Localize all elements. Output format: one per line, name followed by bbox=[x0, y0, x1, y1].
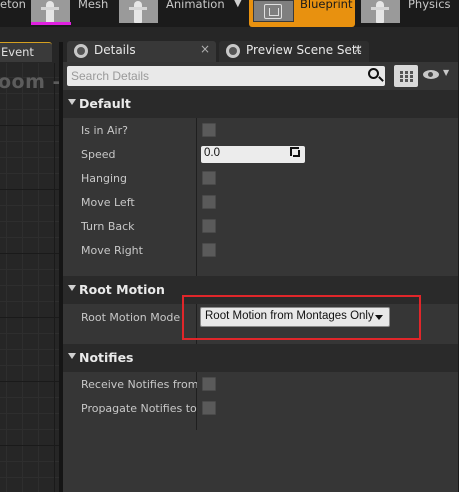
mode-blueprint-button[interactable]: Blueprint bbox=[249, 0, 355, 27]
move-right-checkbox[interactable] bbox=[202, 243, 216, 257]
event-graph-canvas[interactable]: oom -7 bbox=[0, 63, 74, 492]
info-icon bbox=[226, 44, 240, 58]
tab-details[interactable]: Details × bbox=[67, 41, 216, 62]
animation-thumbnail-icon bbox=[119, 0, 158, 23]
section-notifies-header[interactable]: Notifies bbox=[63, 344, 459, 372]
view-options-grid-icon[interactable] bbox=[394, 65, 418, 87]
mode-animation-label: Animation bbox=[166, 0, 225, 11]
tab-preview-scene-label: Preview Scene Sett bbox=[246, 43, 362, 57]
mesh-thumbnail-icon bbox=[31, 0, 70, 23]
property-label-turn-back: Turn Back bbox=[81, 220, 135, 233]
turn-back-checkbox[interactable] bbox=[202, 219, 216, 233]
physics-thumbnail-icon bbox=[361, 0, 400, 23]
section-default-header[interactable]: Default bbox=[63, 90, 459, 118]
eye-dropdown-chevron-icon[interactable]: ▼ bbox=[443, 68, 449, 77]
mode-physics-button[interactable]: Physics bbox=[361, 0, 459, 27]
tab-details-label: Details bbox=[94, 43, 136, 57]
search-box[interactable] bbox=[67, 66, 385, 86]
mode-mesh-button[interactable]: Mesh bbox=[31, 0, 111, 27]
section-default-title: Default bbox=[79, 96, 131, 111]
move-left-checkbox[interactable] bbox=[202, 195, 216, 209]
receive-notifies-checkbox[interactable] bbox=[202, 377, 216, 391]
property-label-hanging: Hanging bbox=[81, 172, 127, 185]
property-label-root-motion-mode: Root Motion Mode bbox=[81, 311, 181, 324]
mode-skeleton-button[interactable]: eton bbox=[0, 0, 28, 27]
blueprint-thumbnail-icon bbox=[253, 0, 294, 22]
search-icon[interactable] bbox=[368, 68, 379, 79]
speed-value: 0.0 bbox=[204, 147, 220, 159]
info-icon bbox=[74, 44, 88, 58]
mode-mesh-label: Mesh bbox=[78, 0, 109, 11]
close-icon[interactable]: × bbox=[200, 42, 210, 56]
speed-number-field[interactable]: 0.0 bbox=[201, 146, 305, 163]
hanging-checkbox[interactable] bbox=[202, 171, 216, 185]
mode-skeleton-label: eton bbox=[0, 0, 26, 11]
event-graph-tab[interactable]: Event bbox=[0, 42, 52, 62]
property-label-speed: Speed bbox=[81, 148, 116, 161]
section-notifies-title: Notifies bbox=[79, 350, 134, 365]
collapse-arrow-icon bbox=[68, 285, 76, 291]
mode-blueprint-label: Blueprint bbox=[300, 0, 353, 11]
eye-icon[interactable] bbox=[423, 70, 439, 79]
search-input[interactable] bbox=[71, 67, 361, 85]
event-graph-tab-label: Event bbox=[1, 45, 34, 59]
property-label-is-in-air: Is in Air? bbox=[81, 124, 128, 137]
property-label-receive-notifies: Receive Notifies from L bbox=[81, 378, 197, 391]
mode-physics-label: Physics bbox=[408, 0, 451, 11]
is-in-air-checkbox[interactable] bbox=[202, 123, 216, 137]
collapse-arrow-icon bbox=[68, 99, 76, 105]
tab-preview-scene-settings[interactable]: Preview Scene Sett × bbox=[219, 41, 369, 62]
property-label-move-left: Move Left bbox=[81, 196, 135, 209]
section-root-motion-title: Root Motion bbox=[79, 282, 165, 297]
property-label-propagate-notifies: Propagate Notifies to L bbox=[81, 402, 197, 415]
mode-animation-button[interactable]: Animation bbox=[119, 0, 231, 27]
drag-resize-icon bbox=[290, 147, 300, 157]
collapse-arrow-icon bbox=[68, 353, 76, 359]
mode-toolbar: eton Mesh Animation ▼ Blueprint Physics bbox=[0, 0, 459, 27]
details-panel: ▼ Default Is in Air? Speed 0.0 Hanging M… bbox=[63, 62, 459, 492]
close-icon[interactable]: × bbox=[353, 42, 363, 56]
mode-dropdown-chevron-icon[interactable]: ▼ bbox=[234, 0, 242, 9]
propagate-notifies-checkbox[interactable] bbox=[202, 401, 216, 415]
annotation-highlight-box bbox=[182, 295, 421, 340]
mesh-mode-underline bbox=[31, 22, 71, 25]
property-label-move-right: Move Right bbox=[81, 244, 143, 257]
